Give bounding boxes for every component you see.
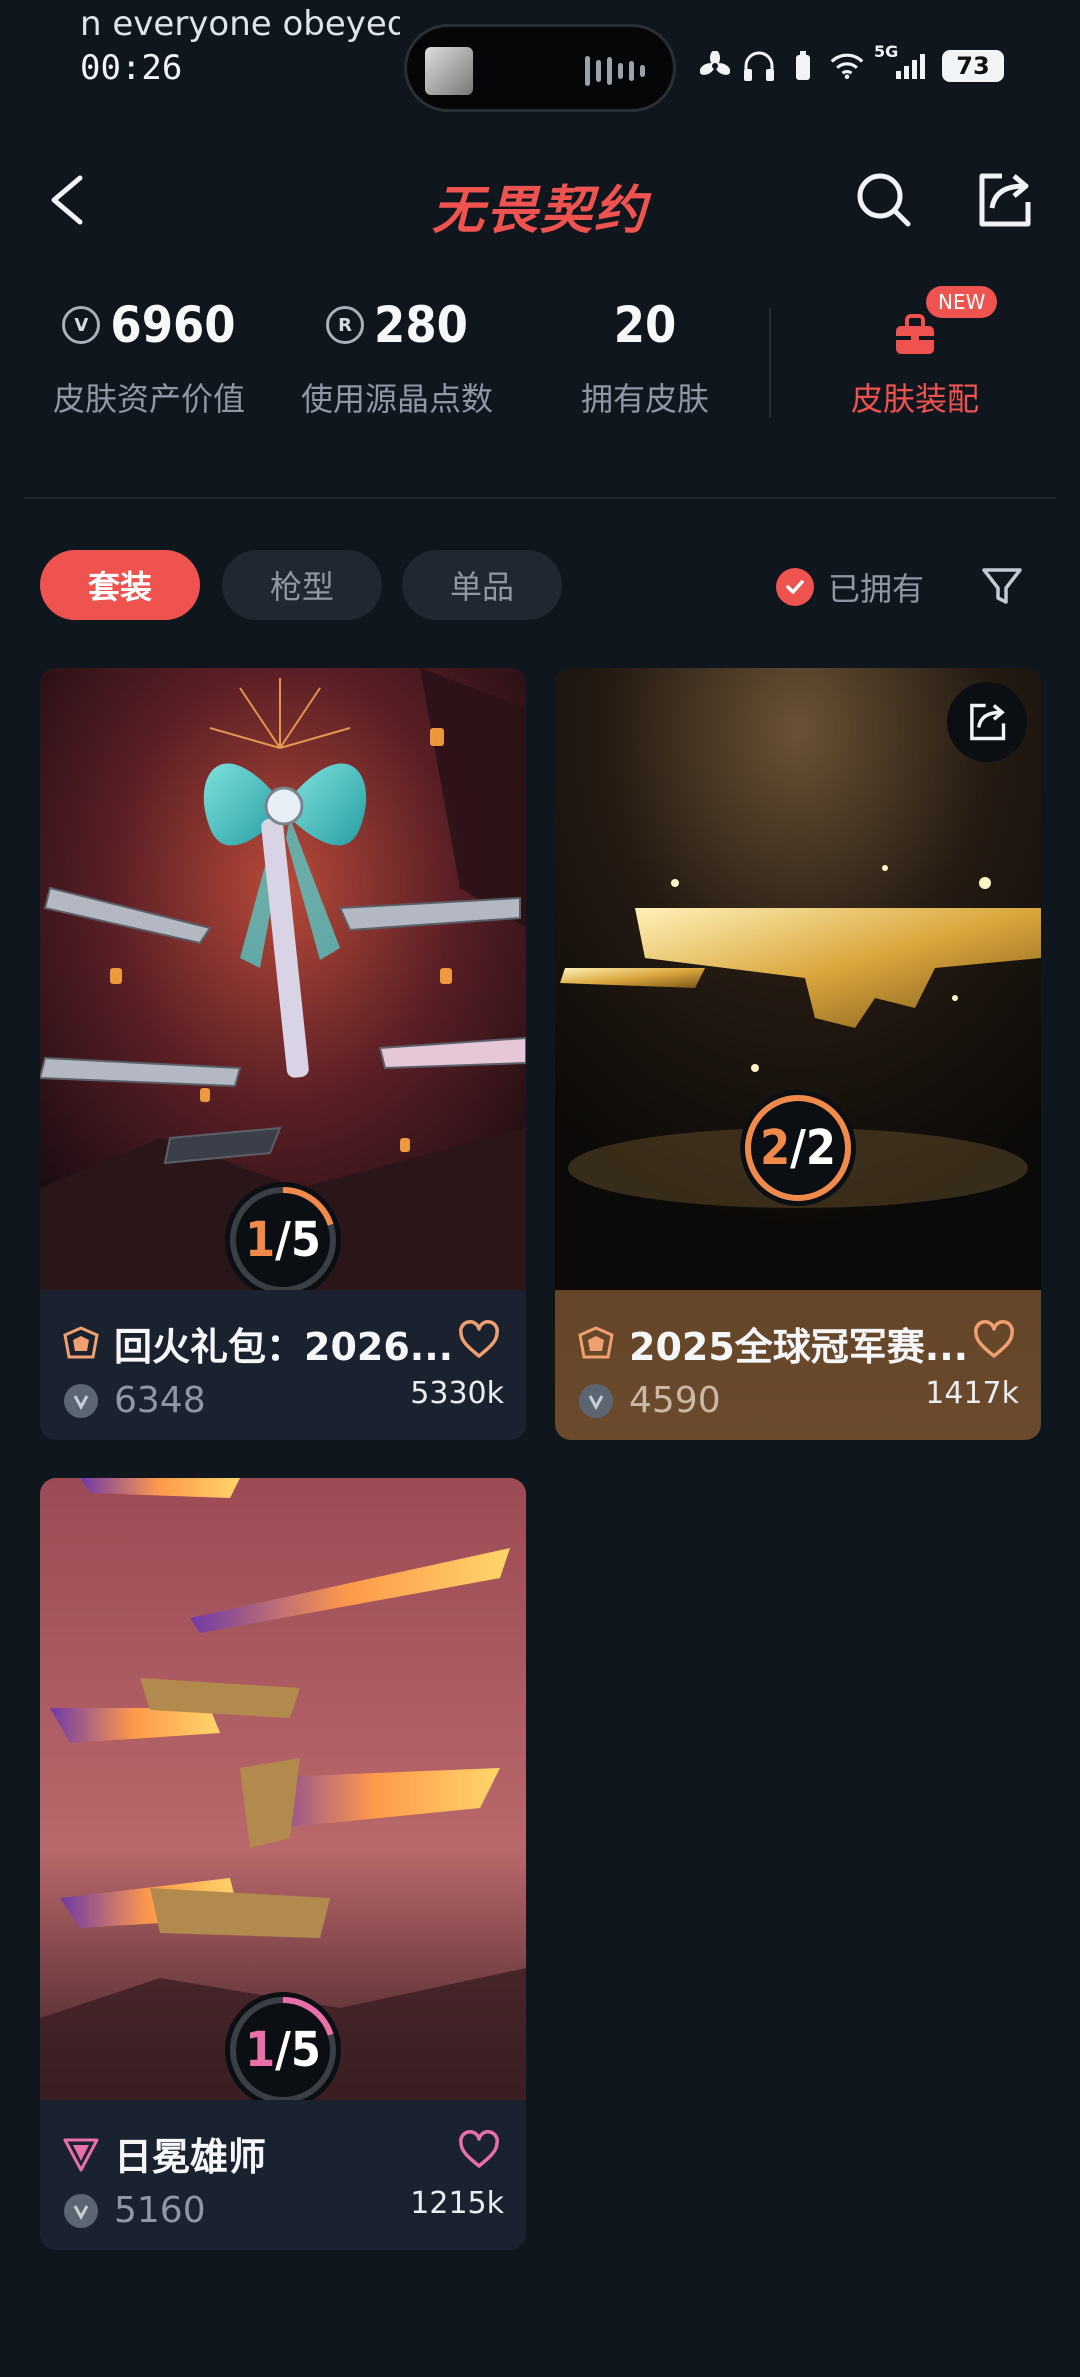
back-button[interactable]	[40, 170, 100, 230]
wifi-icon	[830, 50, 864, 82]
bundle-image-reaver-fireworks: 1/5	[40, 668, 526, 1290]
search-icon	[857, 173, 911, 227]
progress-ring: 2/2	[738, 1088, 858, 1208]
progress-ring: 1/5	[223, 1990, 343, 2100]
tab-weapon-type[interactable]: 枪型	[222, 550, 382, 620]
collection-progress: 1/5	[245, 1212, 321, 1268]
favorite-heart-icon[interactable]	[458, 1320, 500, 1360]
battery-indicator: 73	[942, 50, 1004, 82]
bundle-image-sunrise-lion: 1/5	[40, 1478, 526, 2100]
account-stats: V 6960 皮肤资产价值 R 280 使用源晶点数 20 拥有皮肤 皮肤装配 …	[0, 286, 1080, 450]
stat-owned-skins[interactable]: 20 拥有皮肤	[530, 290, 760, 420]
loadout-bag-icon	[890, 310, 940, 360]
tab-bundles[interactable]: 套装	[40, 550, 200, 620]
fan-icon	[698, 50, 732, 82]
filter-funnel-icon	[982, 568, 1022, 604]
bundle-title: 回火礼包：2026...	[114, 1325, 454, 1369]
filter-bar: 套装 枪型 单品 已拥有	[0, 550, 1080, 620]
like-count: 5330k	[410, 1376, 504, 1411]
app-title: 无畏契约	[431, 181, 648, 241]
bundle-card[interactable]: 2/2 2025全球冠军赛... 4590 1417k	[555, 668, 1041, 1440]
tab-single-items[interactable]: 单品	[402, 550, 562, 620]
tier-premium-icon	[578, 1325, 614, 1358]
card-share-button[interactable]	[947, 682, 1027, 762]
like-count: 1417k	[925, 1376, 1019, 1411]
like-count: 1215k	[410, 2186, 504, 2221]
stats-divider	[769, 308, 771, 418]
valorant-points-icon: V	[62, 306, 101, 344]
favorite-heart-icon[interactable]	[458, 2130, 500, 2170]
headphones-icon	[742, 50, 776, 82]
search-button[interactable]	[852, 168, 916, 232]
asset-value-label: 皮肤资产价值	[52, 380, 245, 418]
bundle-price: 6348	[114, 1380, 206, 1421]
collection-progress: 2/2	[760, 1120, 836, 1176]
asset-value: 6960	[110, 296, 236, 354]
bundle-price: 4590	[629, 1380, 721, 1421]
filter-button[interactable]	[978, 562, 1026, 610]
tier-premium-icon	[63, 1325, 99, 1358]
share-icon	[970, 703, 1006, 741]
owned-skins-label: 拥有皮肤	[580, 380, 709, 418]
card-info: 日冕雄师 5160 1215k	[40, 2100, 526, 2250]
card-info: 回火礼包：2026... 6348 5330k	[40, 1290, 526, 1440]
favorite-heart-icon[interactable]	[973, 1320, 1015, 1360]
valorant-points-icon	[64, 2193, 98, 2228]
share-button[interactable]	[972, 168, 1036, 232]
bundle-image-champions-gold: 2/2	[555, 668, 1041, 1290]
back-icon	[51, 175, 83, 225]
audio-waveform-icon	[585, 55, 645, 87]
dynamic-island[interactable]	[404, 24, 676, 112]
section-divider	[24, 497, 1056, 499]
owned-skins-value: 20	[613, 296, 677, 354]
status-icons: 5G 73	[698, 42, 1004, 86]
album-art-thumbnail	[425, 47, 473, 95]
valorant-points-icon	[64, 1383, 98, 1418]
collection-progress: 1/5	[245, 2022, 321, 2078]
valorant-points-icon	[579, 1383, 613, 1418]
bundle-title: 2025全球冠军赛...	[629, 1325, 969, 1369]
tier-exclusive-icon	[63, 2138, 99, 2171]
radianite-icon: R	[326, 306, 365, 344]
loadout-label: 皮肤装配	[850, 380, 979, 418]
bundle-card[interactable]: 1/5 回火礼包：2026... 6348 5330k	[40, 668, 526, 1440]
progress-ring: 1/5	[223, 1180, 343, 1290]
cellular-signal-icon: 5G	[874, 42, 932, 82]
bundle-price: 5160	[114, 2190, 206, 2231]
bundle-card[interactable]: 1/5 日冕雄师 5160 1215k	[40, 1478, 526, 2250]
app-header: 无畏契约	[0, 150, 1080, 250]
network-type: 5G	[874, 42, 899, 61]
battery-case-icon	[786, 50, 820, 82]
status-bar: n everyone obeyed 00:26 5G 73	[0, 0, 1080, 120]
new-badge: NEW	[926, 286, 998, 318]
share-icon	[979, 173, 1031, 227]
stat-asset-value[interactable]: V 6960 皮肤资产价值	[34, 290, 264, 420]
stat-radianite[interactable]: R 280 使用源晶点数	[282, 290, 512, 420]
check-icon	[776, 568, 814, 606]
status-time: 00:26	[80, 48, 183, 88]
radianite-label: 使用源晶点数	[300, 380, 493, 418]
bundle-title: 日冕雄师	[114, 2135, 267, 2179]
skin-loadout-button[interactable]: 皮肤装配 NEW	[800, 286, 1030, 420]
card-info: 2025全球冠军赛... 4590 1417k	[555, 1290, 1041, 1440]
now-playing-marquee: n everyone obeyed	[80, 4, 400, 44]
owned-label: 已拥有	[828, 570, 925, 608]
radianite-value: 280	[374, 296, 468, 354]
owned-toggle[interactable]: 已拥有	[776, 564, 924, 610]
